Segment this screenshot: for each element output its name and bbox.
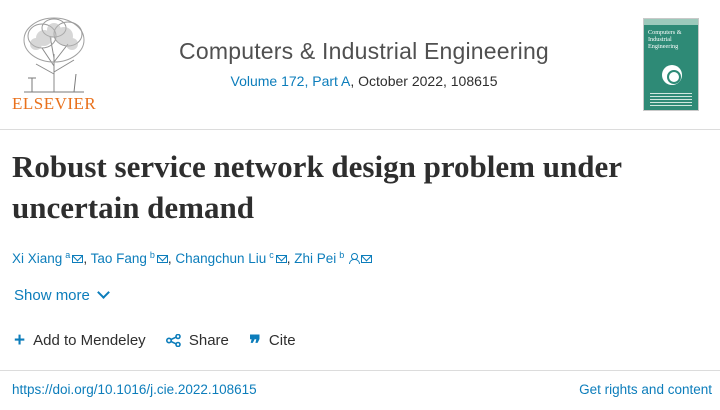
elsevier-logo[interactable]: ELSEVIER [10,14,102,114]
journal-issue-info: Volume 172, Part A, October 2022, 108615 [118,73,610,89]
cover-band [644,19,698,25]
mail-icon [156,255,168,263]
share-icon [165,334,181,347]
cite-label: Cite [268,332,296,349]
elsevier-tree-icon [23,17,85,93]
article-actions: + Add to Mendeley Share ❞ Cite [14,329,312,356]
issue-date: , October 2022, 108615 [350,73,498,89]
affiliation-sup: a [65,250,71,260]
author-link[interactable]: Changchun Liu c [175,250,287,266]
author-link[interactable]: Tao Fang b [91,250,168,266]
plus-icon: + [14,330,26,351]
author-list: Xi Xiang a, Tao Fang b, Changchun Liu c, Zh… [12,250,373,266]
elsevier-wordmark: ELSEVIER [12,94,97,113]
journal-header: Computers & Industrial Engineering Volum… [118,38,610,89]
mail-icon [275,255,287,263]
add-to-mendeley-button[interactable]: + Add to Mendeley [14,329,146,351]
affiliation-sup: b [339,250,345,260]
author-link[interactable]: Zhi Pei b [294,250,373,266]
cover-title: Computers & Industrial Engineering [648,29,682,50]
chevron-down-icon [97,286,110,299]
cover-logo-icon [662,65,682,85]
quote-icon: ❞ [249,331,261,356]
mail-icon [361,255,373,263]
affiliation-sup: b [149,250,155,260]
corresponding-author-icon [348,253,361,264]
volume-link[interactable]: Volume 172, Part A [231,73,351,89]
show-more-button[interactable]: Show more [14,286,110,304]
journal-title[interactable]: Computers & Industrial Engineering [118,38,610,65]
doi-link[interactable]: https://doi.org/10.1016/j.cie.2022.10861… [12,382,257,397]
mail-icon [72,255,84,263]
affiliation-sup: c [269,250,274,260]
actions-divider [0,370,720,371]
author-link[interactable]: Xi Xiang a [12,250,84,266]
article-title: Robust service network design problem un… [12,149,622,225]
cite-button[interactable]: ❞ Cite [249,331,296,356]
journal-cover[interactable]: Computers & Industrial Engineering [643,18,699,111]
share-label: Share [188,332,229,349]
cover-text-lines [650,93,692,107]
header-divider [0,129,720,130]
rights-and-content-link[interactable]: Get rights and content [579,382,712,397]
show-more-label: Show more [14,287,90,304]
add-mendeley-label: Add to Mendeley [33,332,146,349]
share-button[interactable]: Share [165,332,229,349]
